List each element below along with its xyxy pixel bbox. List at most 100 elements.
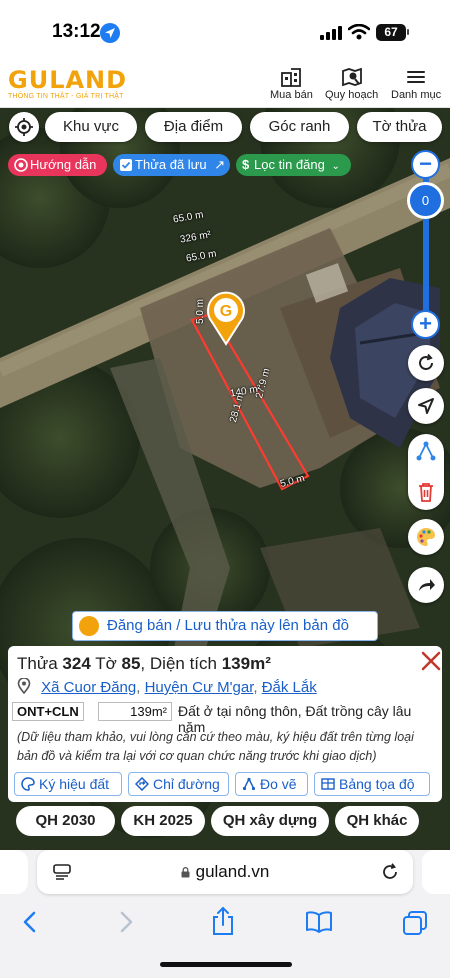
refresh-button[interactable] bbox=[408, 345, 444, 381]
nav-label: Quy hoạch bbox=[325, 89, 379, 101]
post-banner-label: Đăng bán / Lưu thửa này lên bản đồ bbox=[107, 617, 349, 634]
measure-icon bbox=[242, 777, 256, 791]
plan-kh-2025[interactable]: KH 2025 bbox=[121, 806, 205, 836]
address-bar[interactable]: guland.vn bbox=[37, 850, 413, 894]
refresh-icon bbox=[419, 353, 433, 370]
parcel-title: Thửa 324 Tờ 85, Diện tích 139m² bbox=[17, 654, 271, 674]
zoom-level-handle[interactable]: 0 bbox=[407, 182, 444, 219]
saved-parcels-chip[interactable]: Thửa đã lưu ↗ bbox=[113, 154, 230, 176]
area-value: 139m² bbox=[221, 654, 271, 673]
navigation-arrow-icon bbox=[418, 398, 434, 414]
palette-button[interactable] bbox=[408, 519, 444, 555]
measure-button[interactable]: Đo vẽ bbox=[235, 772, 308, 796]
back-icon[interactable] bbox=[20, 910, 40, 934]
to-number: 85 bbox=[121, 654, 141, 673]
signal-icon bbox=[320, 26, 344, 40]
trash-icon[interactable] bbox=[416, 481, 436, 503]
map-search-icon bbox=[341, 67, 362, 87]
action-label: Đo vẽ bbox=[260, 776, 297, 792]
area-label: Diện tích bbox=[149, 654, 217, 673]
search-pill-khu-vuc[interactable]: Khu vực bbox=[45, 112, 137, 142]
status-time: 13:12 bbox=[52, 21, 101, 42]
land-symbol-button[interactable]: Ký hiệu đất bbox=[14, 772, 122, 796]
filter-listings-chip[interactable]: $ Lọc tin đăng ⌄ bbox=[236, 154, 351, 176]
guide-chip[interactable]: Hướng dẫn bbox=[8, 154, 107, 176]
map-pin-icon bbox=[17, 678, 31, 694]
chip-label: Thửa đã lưu bbox=[135, 157, 207, 172]
search-pill-to-thua[interactable]: Tờ thửa bbox=[357, 112, 442, 142]
search-pill-dia-diem[interactable]: Địa điểm bbox=[145, 112, 242, 142]
parcel-top-label: 5.0 m bbox=[195, 298, 207, 325]
palette-icon bbox=[417, 528, 435, 546]
bookmarks-icon[interactable] bbox=[305, 910, 333, 934]
chip-label: Lọc tin đăng bbox=[254, 157, 325, 172]
tabs-icon[interactable] bbox=[402, 910, 428, 936]
nav-quy-hoach[interactable]: Quy hoạch bbox=[325, 67, 378, 101]
building-icon bbox=[281, 68, 302, 87]
plan-qh-2030[interactable]: QH 2030 bbox=[16, 806, 115, 836]
draw-tools-group bbox=[408, 434, 444, 510]
dollar-icon: $ bbox=[242, 157, 250, 172]
prev-tab-edge[interactable] bbox=[0, 850, 28, 894]
plan-qh-khac[interactable]: QH khác bbox=[335, 806, 419, 836]
parcel-address: Xã Cuor Đăng, Huyện Cư M'gar, Đắk Lắk bbox=[17, 678, 317, 696]
directions-button[interactable]: Chỉ đường bbox=[128, 772, 229, 796]
url-display: guland.vn bbox=[37, 862, 413, 882]
post-listing-banner[interactable]: Đăng bán / Lưu thửa này lên bản đồ bbox=[72, 611, 378, 641]
svg-text:G: G bbox=[220, 303, 232, 320]
commune-link[interactable]: Xã Cuor Đăng bbox=[41, 679, 136, 696]
palette-icon bbox=[21, 777, 35, 791]
logo-wordmark: GULAND bbox=[8, 66, 128, 94]
lock-icon bbox=[181, 867, 190, 878]
minus-icon: − bbox=[419, 151, 432, 176]
home-indicator bbox=[160, 962, 292, 967]
chip-label: Hướng dẫn bbox=[30, 157, 97, 172]
parcel-pin-icon[interactable]: G bbox=[206, 290, 246, 346]
nav-danh-muc[interactable]: Danh mục bbox=[391, 67, 441, 101]
forward-icon[interactable] bbox=[116, 910, 136, 934]
plus-icon: + bbox=[419, 311, 432, 336]
land-area-value: 139m² bbox=[98, 702, 172, 721]
addr-sep: , bbox=[136, 679, 145, 696]
status-bar: 13:12 67 bbox=[0, 0, 450, 60]
directions-icon bbox=[135, 777, 149, 791]
url-text: guland.vn bbox=[195, 862, 270, 881]
browser-url-area: guland.vn bbox=[0, 850, 450, 902]
district-link[interactable]: Huyện Cư M'gar bbox=[145, 679, 254, 696]
next-tab-edge[interactable] bbox=[422, 850, 450, 894]
menu-icon bbox=[407, 71, 426, 83]
close-icon[interactable] bbox=[420, 650, 442, 672]
coordinates-table-button[interactable]: Bảng tọa độ bbox=[314, 772, 430, 796]
chevron-down-icon: ⌄ bbox=[331, 161, 340, 172]
crosshair-icon bbox=[15, 118, 33, 136]
zoom-out-button[interactable]: − bbox=[411, 150, 440, 179]
navigate-button[interactable] bbox=[408, 388, 444, 424]
logo-tagline: THÔNG TIN THẬT - GIÁ TRỊ THẬT bbox=[8, 93, 124, 100]
parcel-info-card: Thửa 324 Tờ 85, Diện tích 139m² Xã Cuor … bbox=[8, 646, 442, 802]
wifi-icon bbox=[348, 24, 370, 40]
locate-button[interactable] bbox=[9, 112, 39, 142]
land-type-code: ONT+CLN bbox=[12, 702, 84, 721]
action-label: Chỉ đường bbox=[153, 776, 220, 792]
search-pill-goc-ranh[interactable]: Góc ranh bbox=[250, 112, 349, 142]
share-arrow-icon bbox=[419, 579, 435, 591]
plan-qh-xay-dung[interactable]: QH xây dựng bbox=[211, 806, 329, 836]
table-icon bbox=[321, 778, 335, 790]
action-label: Ký hiệu đất bbox=[39, 776, 110, 792]
addr-sep: , bbox=[253, 679, 262, 696]
checkbox-icon bbox=[120, 159, 132, 171]
province-link[interactable]: Đắk Lắk bbox=[262, 679, 317, 696]
share-icon[interactable] bbox=[210, 906, 236, 936]
reload-icon[interactable] bbox=[381, 863, 399, 881]
zoom-in-button[interactable]: + bbox=[411, 310, 440, 339]
measure-tool-icon[interactable] bbox=[415, 440, 437, 462]
share-route-button[interactable] bbox=[408, 567, 444, 603]
guland-g-icon bbox=[79, 616, 99, 636]
guland-logo[interactable]: GULAND THÔNG TIN THẬT - GIÁ TRỊ THẬT bbox=[8, 68, 127, 100]
nav-label: Danh mục bbox=[391, 89, 442, 101]
app-header: GULAND THÔNG TIN THẬT - GIÁ TRỊ THẬT Mua… bbox=[0, 60, 450, 108]
battery-icon: 67 bbox=[376, 24, 406, 41]
nav-mua-ban[interactable]: Mua bán bbox=[270, 67, 313, 101]
action-label: Bảng tọa độ bbox=[339, 776, 415, 792]
play-guide-icon bbox=[14, 158, 28, 172]
